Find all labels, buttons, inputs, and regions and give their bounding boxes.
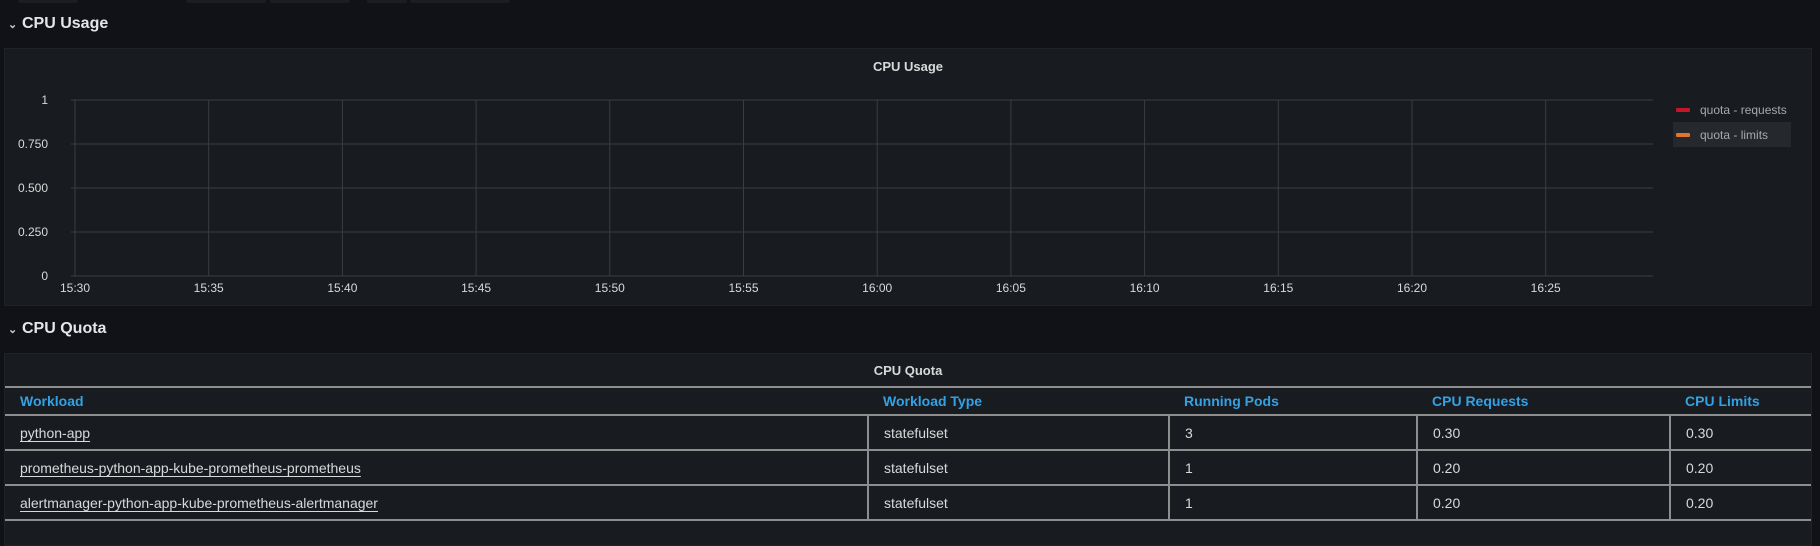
- table-cell: 0.20: [1416, 450, 1670, 486]
- y-tick-label: 0.500: [18, 181, 48, 195]
- x-tick-label: 15:35: [194, 281, 224, 295]
- x-tick-label: 15:30: [60, 281, 90, 295]
- cpu-quota-panel: CPU Quota Workload Workload Type Running P…: [4, 353, 1812, 546]
- workload-link[interactable]: prometheus-python-app-kube-prometheus-pr…: [20, 460, 361, 476]
- table-row: alertmanager-python-app-kube-prometheus-…: [5, 485, 1811, 521]
- column-header[interactable]: CPU Requests: [1417, 386, 1670, 416]
- table-cell[interactable]: alertmanager-python-app-kube-prometheus-…: [5, 485, 868, 521]
- column-header[interactable]: Workload: [5, 386, 868, 416]
- cpu-usage-chart[interactable]: 0 0.250 0.500 0.750 1 15:30 15:35 15:40 15:45 15:…: [5, 49, 1655, 307]
- table-row: prometheus-python-app-kube-prometheus-pr…: [5, 450, 1811, 486]
- table-cell[interactable]: prometheus-python-app-kube-prometheus-pr…: [5, 450, 868, 486]
- row-header-cpu-quota[interactable]: ⌄ CPU Quota: [8, 320, 106, 338]
- table-row: python-app statefulset 3 0.30 0.30: [5, 415, 1811, 451]
- x-tick-label: 16:25: [1531, 281, 1561, 295]
- table-cell[interactable]: python-app: [5, 415, 868, 451]
- x-tick-label: 15:45: [461, 281, 491, 295]
- table-cell: 3: [1168, 415, 1417, 451]
- workload-link[interactable]: python-app: [20, 425, 90, 441]
- table-cell: 0.20: [1416, 485, 1670, 521]
- x-tick-label: 16:15: [1263, 281, 1293, 295]
- x-tick-label: 16:20: [1397, 281, 1427, 295]
- row-header-cpu-usage[interactable]: ⌄ CPU Usage: [8, 15, 108, 33]
- prev-panel-stub: [367, 0, 407, 3]
- x-tick-label: 15:50: [595, 281, 625, 295]
- x-tick-label: 16:05: [996, 281, 1026, 295]
- legend-item[interactable]: quota - limits: [1673, 122, 1791, 147]
- cpu-usage-panel: CPU Usage 0 0.250 0.500 0.750 1 15:30 15:35 15:…: [4, 48, 1812, 306]
- row-title: CPU Usage: [22, 15, 109, 32]
- legend-label: quota - requests: [1700, 102, 1787, 117]
- workload-link[interactable]: alertmanager-python-app-kube-prometheus-…: [20, 495, 378, 511]
- prev-panel-stub: [410, 0, 510, 3]
- x-tick-label: 16:00: [862, 281, 892, 295]
- x-tick-label: 15:40: [327, 281, 357, 295]
- y-tick-label: 0: [41, 269, 48, 283]
- table-cell: 1: [1168, 450, 1417, 486]
- panel-title[interactable]: CPU Quota: [5, 363, 1811, 378]
- table-cell: 0.30: [1416, 415, 1670, 451]
- column-header[interactable]: Running Pods: [1169, 386, 1417, 416]
- chart-legend: quota - requests quota - limits: [1673, 97, 1791, 147]
- column-header[interactable]: Workload Type: [868, 386, 1169, 416]
- table-cell: 0.20: [1669, 485, 1811, 521]
- y-tick-label: 0.750: [18, 137, 48, 151]
- table-cell: statefulset: [867, 450, 1169, 486]
- row-title: CPU Quota: [22, 320, 107, 337]
- table-cell: statefulset: [867, 485, 1169, 521]
- x-tick-label: 16:10: [1130, 281, 1160, 295]
- cpu-quota-table: Workload Workload Type Running Pods CPU Req…: [5, 386, 1811, 521]
- y-tick-label: 0.250: [18, 225, 48, 239]
- prev-panel-stub: [186, 0, 266, 3]
- legend-label: quota - limits: [1700, 127, 1769, 142]
- table-cell: 0.30: [1669, 415, 1811, 451]
- column-header[interactable]: CPU Limits: [1670, 386, 1811, 416]
- chevron-down-icon: ⌄: [8, 323, 18, 336]
- prev-panel-stub: [270, 0, 350, 3]
- prev-panel-stub: [18, 0, 78, 3]
- table-cell: statefulset: [867, 415, 1169, 451]
- legend-swatch: [1676, 107, 1690, 112]
- x-tick-label: 15:55: [728, 281, 758, 295]
- table-cell: 1: [1168, 485, 1417, 521]
- table-header-row: Workload Workload Type Running Pods CPU Req…: [5, 386, 1811, 416]
- chevron-down-icon: ⌄: [8, 18, 18, 31]
- y-tick-label: 1: [41, 93, 48, 107]
- legend-item[interactable]: quota - requests: [1673, 97, 1791, 122]
- legend-swatch: [1676, 132, 1690, 137]
- table-cell: 0.20: [1669, 450, 1811, 486]
